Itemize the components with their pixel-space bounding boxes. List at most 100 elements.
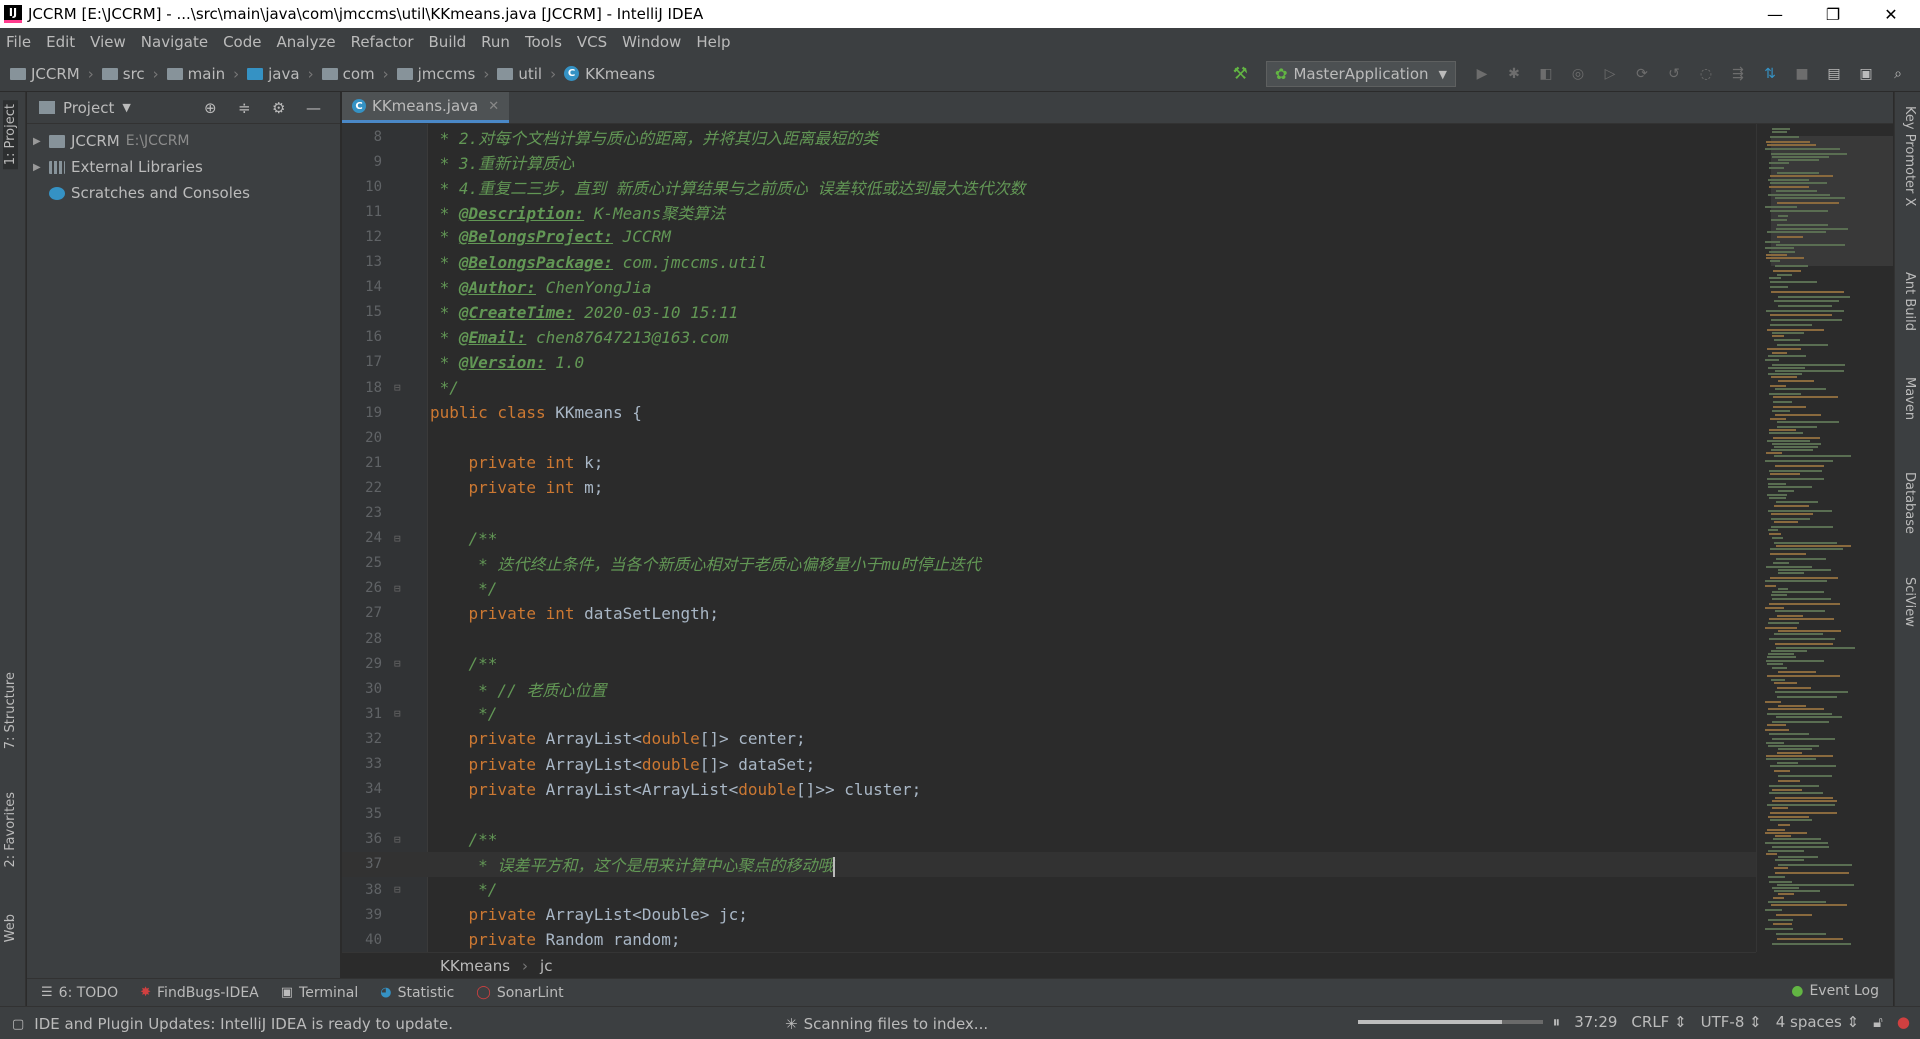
code-line[interactable]: 10 * 4.重复二三步，直到 新质心计算结果与之前质心 误差较低或达到最大迭代… xyxy=(342,174,1756,199)
code-minimap[interactable] xyxy=(1756,124,1893,952)
code-line[interactable]: 34 private ArrayList<ArrayList<double[]>… xyxy=(342,777,1756,802)
fold-icon[interactable]: ⊟ xyxy=(394,582,416,595)
fold-icon[interactable]: ⊟ xyxy=(394,532,416,545)
breadcrumb-java[interactable]: java › xyxy=(247,65,321,83)
code-line[interactable]: 40 private Random random; xyxy=(342,927,1756,952)
expand-arrow-icon[interactable]: ▶ xyxy=(33,162,49,173)
code-line[interactable]: 23 xyxy=(342,501,1756,526)
code-line[interactable]: 29 ⊟ /** xyxy=(342,651,1756,676)
code-line[interactable]: 22 private int m; xyxy=(342,475,1756,500)
breadcrumb-util[interactable]: util › xyxy=(497,65,564,83)
code-line[interactable]: 8 * 2.对每个文档计算与质心的距离，并将其归入距离最短的类 xyxy=(342,124,1756,149)
tree-item-external-libraries[interactable]: ▶ External Libraries xyxy=(27,154,340,180)
indexing-status[interactable]: Scanning files to index... xyxy=(804,1015,989,1033)
code-line[interactable]: 36 ⊟ /** xyxy=(342,827,1756,852)
code-line[interactable]: 9 * 3.重新计算质心 xyxy=(342,149,1756,174)
tab-key-promoter[interactable]: Key Promoter X xyxy=(1902,106,1917,206)
project-panel-title[interactable]: Project xyxy=(63,99,114,117)
breadcrumb-kkmeans[interactable]: C KKmeans xyxy=(564,65,655,83)
tab-kkmeans-java[interactable]: C KKmeans.java ✕ xyxy=(342,92,510,123)
restore-button[interactable]: ❐ xyxy=(1804,0,1862,28)
indent-select[interactable]: 4 spaces ⇕ xyxy=(1776,1013,1859,1031)
code-line[interactable]: 21 private int k; xyxy=(342,450,1756,475)
code-line[interactable]: 32 private ArrayList<double[]> center; xyxy=(342,726,1756,751)
code-area[interactable]: 8 * 2.对每个文档计算与质心的距离，并将其归入距离最短的类 9 * 3.重新计… xyxy=(342,124,1756,952)
code-line[interactable]: 16 * @Email: chen87647213@163.com xyxy=(342,325,1756,350)
menu-code[interactable]: Code xyxy=(223,33,261,51)
menu-analyze[interactable]: Analyze xyxy=(276,33,335,51)
tool-findbugs[interactable]: ✸ FindBugs-IDEA xyxy=(140,985,259,1001)
code-line[interactable]: 25 * 迭代终止条件，当各个新质心相对于老质心偏移量小于mu时停止迭代 xyxy=(342,551,1756,576)
menu-file[interactable]: File xyxy=(6,33,31,51)
stop-icon[interactable]: ■ xyxy=(1791,65,1813,83)
menu-refactor[interactable]: Refactor xyxy=(351,33,414,51)
tab-database[interactable]: Database xyxy=(1902,472,1917,534)
toggle-tool-windows-icon[interactable]: ▢ xyxy=(12,1017,24,1032)
menu-view[interactable]: View xyxy=(90,33,126,51)
breadcrumb-jccrm[interactable]: JCCRM › xyxy=(10,65,102,83)
error-icon[interactable]: ● xyxy=(1897,1013,1910,1031)
chevron-down-icon[interactable]: ▼ xyxy=(122,101,130,114)
lock-icon[interactable]: 🔓︎ xyxy=(1873,1013,1883,1031)
build-hammer-icon[interactable]: ⚒ xyxy=(1233,64,1248,84)
breadcrumb-main[interactable]: main › xyxy=(166,65,247,83)
update-icon[interactable]: ⇶ xyxy=(1727,65,1749,83)
code-line[interactable]: 35 xyxy=(342,802,1756,827)
menu-run[interactable]: Run xyxy=(481,33,510,51)
event-log[interactable]: ● Event Log xyxy=(1791,983,1879,999)
close-icon[interactable]: ✕ xyxy=(488,99,499,114)
minimize-button[interactable]: — xyxy=(1746,0,1804,28)
menu-edit[interactable]: Edit xyxy=(46,33,75,51)
run-alt-icon[interactable]: ▷ xyxy=(1599,65,1621,83)
breadcrumb-com[interactable]: com › xyxy=(321,65,397,83)
tree-item-jccrm[interactable]: ▶ JCCRM E:\JCCRM xyxy=(27,128,340,154)
tab-web[interactable]: Web xyxy=(3,914,18,942)
tool-statistic[interactable]: ◕ Statistic xyxy=(380,985,454,1001)
expand-arrow-icon[interactable]: ▶ xyxy=(33,136,49,147)
code-line[interactable]: 27 private int dataSetLength; xyxy=(342,601,1756,626)
tab-favorites[interactable]: 2: Favorites xyxy=(3,792,18,868)
tab-structure[interactable]: 7: Structure xyxy=(3,672,18,749)
hide-icon[interactable]: — xyxy=(306,99,321,117)
code-line[interactable]: 18 ⊟ */ xyxy=(342,375,1756,400)
tab-project[interactable]: 1: Project xyxy=(3,100,18,170)
code-line[interactable]: 19 public class KKmeans { xyxy=(342,400,1756,425)
code-line[interactable]: 14 * @Author: ChenYongJia xyxy=(342,275,1756,300)
status-message[interactable]: IDE and Plugin Updates: IntelliJ IDEA is… xyxy=(34,1015,453,1033)
pause-icon[interactable]: ⏸ xyxy=(1553,1013,1561,1031)
fold-icon[interactable]: ⊟ xyxy=(394,707,416,720)
tool-todo[interactable]: ☰ 6: TODO xyxy=(41,985,118,1001)
caret-position[interactable]: 37:29 xyxy=(1574,1013,1617,1031)
code-line[interactable]: 17 * @Version: 1.0 xyxy=(342,350,1756,375)
breadcrumb-jmccms[interactable]: jmccms › xyxy=(396,65,498,83)
fold-icon[interactable]: ⊟ xyxy=(394,833,416,846)
hot-swap-icon[interactable]: ⟳ xyxy=(1631,65,1653,83)
coverage-icon[interactable]: ◧ xyxy=(1535,65,1557,83)
tab-ant-build[interactable]: Ant Build xyxy=(1902,272,1917,331)
code-crumb-field[interactable]: jc xyxy=(540,957,552,975)
tool-sonarlint[interactable]: ◯ SonarLint xyxy=(476,985,563,1001)
code-line[interactable]: 12 * @BelongsProject: JCCRM xyxy=(342,224,1756,249)
encoding-select[interactable]: UTF-8 ⇕ xyxy=(1701,1013,1762,1031)
menu-window[interactable]: Window xyxy=(622,33,681,51)
profile-icon[interactable]: ◎ xyxy=(1567,65,1589,83)
close-button[interactable]: ✕ xyxy=(1862,0,1920,28)
code-line[interactable]: 11 * @Description: K-Means聚类算法 xyxy=(342,199,1756,224)
line-separator-select[interactable]: CRLF ⇕ xyxy=(1631,1013,1686,1031)
fold-icon[interactable]: ⊟ xyxy=(394,883,416,896)
menu-help[interactable]: Help xyxy=(696,33,730,51)
tab-sciview[interactable]: SciView xyxy=(1902,577,1917,627)
code-line[interactable]: 31 ⊟ */ xyxy=(342,701,1756,726)
menu-vcs[interactable]: VCS xyxy=(577,33,607,51)
code-line[interactable]: 30 * // 老质心位置 xyxy=(342,676,1756,701)
presentation-icon[interactable]: ▣ xyxy=(1855,65,1877,83)
debug-icon[interactable]: ✱ xyxy=(1503,65,1525,83)
locate-icon[interactable]: ⊕ xyxy=(204,99,217,117)
code-line[interactable]: 26 ⊟ */ xyxy=(342,576,1756,601)
tab-maven[interactable]: Maven xyxy=(1902,377,1917,420)
tool-terminal[interactable]: ▣ Terminal xyxy=(281,985,358,1001)
code-line[interactable]: 33 private ArrayList<double[]> dataSet; xyxy=(342,752,1756,777)
code-line[interactable]: 39 private ArrayList<Double> jc; xyxy=(342,902,1756,927)
attach-icon[interactable]: ↺ xyxy=(1663,65,1685,83)
code-line[interactable]: 20 xyxy=(342,425,1756,450)
